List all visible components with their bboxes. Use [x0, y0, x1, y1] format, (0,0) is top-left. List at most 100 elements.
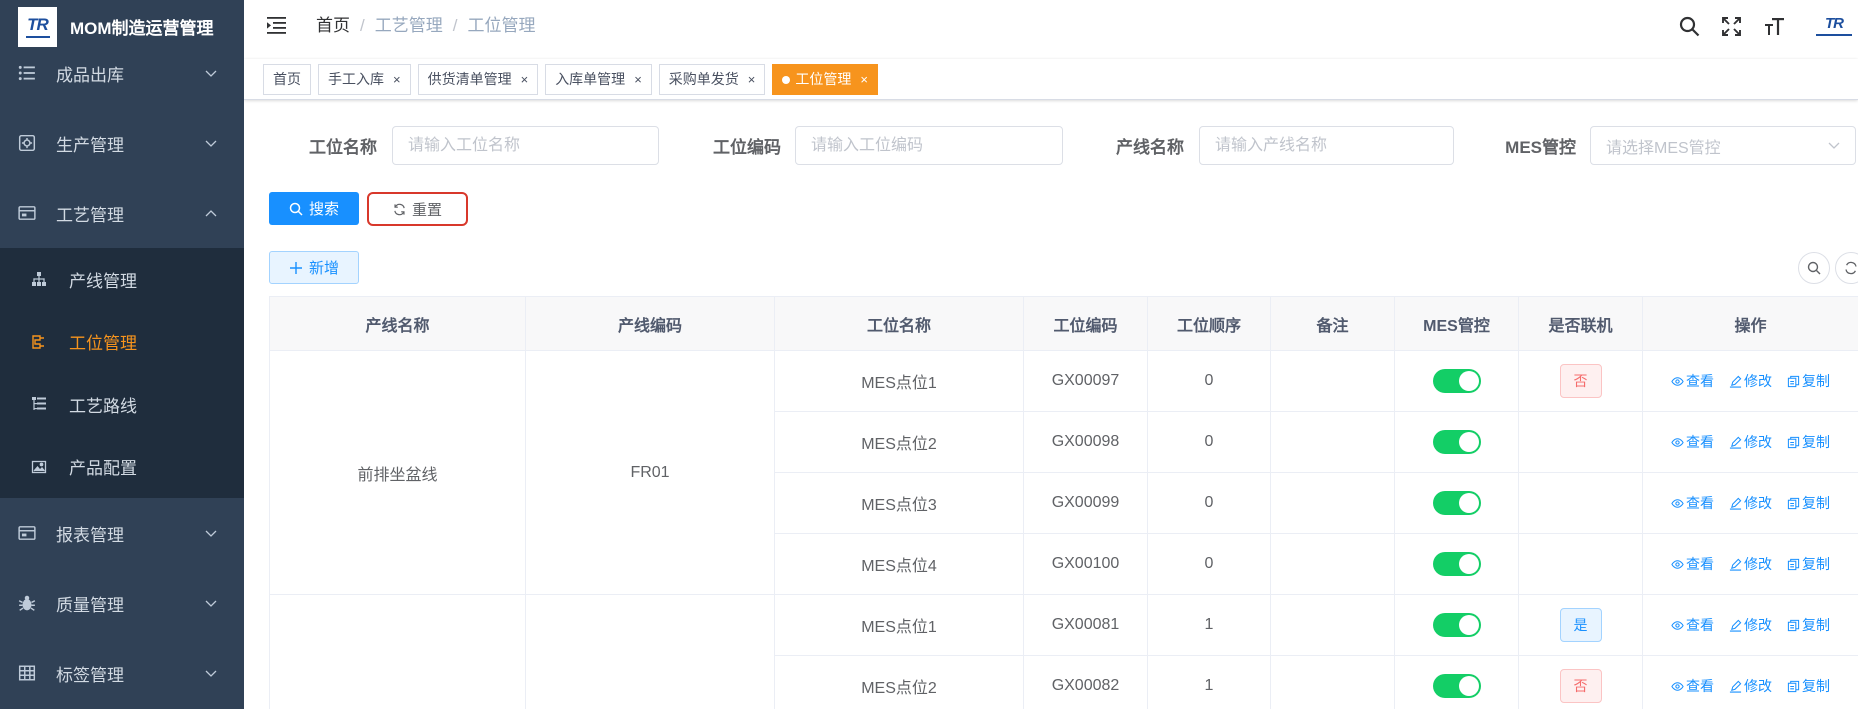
sidebar-item-label: 成品出库: [56, 65, 124, 85]
mes-control-switch[interactable]: [1432, 674, 1481, 698]
search-icon[interactable]: [1679, 16, 1700, 37]
tag-purchase-shipping[interactable]: 采购单发货 ×: [658, 64, 766, 95]
select-placeholder: 请选择MES管控: [1606, 139, 1721, 157]
edit-button[interactable]: 修改: [1729, 371, 1772, 391]
tag-inbound-order[interactable]: 入库单管理 ×: [545, 64, 652, 95]
tree-icon: [32, 272, 46, 287]
close-icon[interactable]: ×: [860, 65, 868, 94]
close-icon[interactable]: ×: [748, 65, 756, 94]
production-icon: [18, 134, 36, 152]
add-button[interactable]: 新增: [269, 251, 359, 284]
tag-station-active[interactable]: 工位管理 ×: [772, 64, 878, 95]
breadcrumb-item-home[interactable]: 首页: [316, 16, 350, 36]
station-name-cell: MES点位1: [774, 350, 1024, 412]
line-name-cell: [269, 594, 526, 709]
sidebar: TR MOM制造运营管理 成品出库 生产管理 工艺管理 产线管理 工位管理 工艺…: [0, 0, 244, 709]
sidebar-item-product-config[interactable]: 产品配置: [0, 436, 244, 499]
column-header-line-code: 产线编码: [525, 296, 775, 351]
tag-supply-list[interactable]: 供货清单管理 ×: [417, 64, 539, 95]
line-code-cell: FR01: [525, 350, 775, 595]
sidebar-item-station[interactable]: 工位管理: [0, 311, 244, 374]
plus-icon: [289, 261, 302, 274]
sidebar-item-process[interactable]: 工艺管理: [0, 178, 244, 248]
chevron-down-icon: [1828, 142, 1840, 149]
fullscreen-icon[interactable]: [1721, 16, 1742, 37]
row-actions: 查看 修改 复制: [1644, 493, 1857, 513]
copy-button[interactable]: 复制: [1787, 493, 1830, 513]
sequence-cell: 0: [1147, 533, 1271, 595]
chevron-down-icon: [205, 670, 217, 677]
view-button[interactable]: 查看: [1671, 371, 1714, 391]
eye-icon: [1671, 498, 1684, 508]
sidebar-item-process-route[interactable]: 工艺路线: [0, 373, 244, 436]
search-button[interactable]: 搜索: [269, 192, 359, 225]
copy-button[interactable]: 复制: [1787, 432, 1830, 452]
refresh-table-button[interactable]: [1835, 252, 1858, 284]
view-label: 查看: [1686, 495, 1714, 511]
copy-button[interactable]: 复制: [1787, 615, 1830, 635]
tag-label: 采购单发货: [668, 71, 739, 87]
edit-button[interactable]: 修改: [1729, 615, 1772, 635]
sidebar-item-production-line[interactable]: 产线管理: [0, 248, 244, 311]
view-button[interactable]: 查看: [1671, 554, 1714, 574]
chevron-up-icon: [205, 210, 217, 217]
mes-control-switch[interactable]: [1432, 613, 1481, 637]
view-button[interactable]: 查看: [1671, 615, 1714, 635]
mes-control-cell: [1394, 411, 1519, 473]
copy-button[interactable]: 复制: [1787, 676, 1830, 696]
tag-label: 首页: [273, 71, 301, 87]
mes-control-cell: [1394, 533, 1519, 595]
app-logo[interactable]: TR MOM制造运营管理: [0, 0, 244, 53]
view-button[interactable]: 查看: [1671, 432, 1714, 452]
reset-button[interactable]: 重置: [371, 196, 464, 222]
close-icon[interactable]: ×: [393, 65, 401, 94]
row-actions: 查看 修改 复制: [1644, 432, 1857, 452]
row-actions: 查看 修改 复制: [1644, 615, 1857, 635]
eye-icon: [1671, 681, 1684, 691]
chevron-down-icon: [205, 530, 217, 537]
edit-button[interactable]: 修改: [1729, 493, 1772, 513]
chevron-down-icon: [205, 140, 217, 147]
copy-label: 复制: [1802, 434, 1830, 450]
mes-control-switch[interactable]: [1432, 369, 1481, 393]
edit-button[interactable]: 修改: [1729, 676, 1772, 696]
mes-control-switch[interactable]: [1432, 491, 1481, 515]
tag-manual-inbound[interactable]: 手工入库 ×: [318, 64, 411, 95]
sidebar-item-quality[interactable]: 质量管理: [0, 568, 244, 638]
tag-label: 供货清单管理: [427, 71, 512, 87]
switch-knob: [1458, 676, 1479, 696]
copy-icon: [1787, 497, 1800, 509]
station-code-input[interactable]: [795, 126, 1063, 165]
view-button[interactable]: 查看: [1671, 493, 1714, 513]
sidebar-item-production[interactable]: 生产管理: [0, 108, 244, 178]
breadcrumb: 首页 / 工艺管理 / 工位管理: [316, 16, 535, 36]
mes-control-switch[interactable]: [1432, 430, 1481, 454]
logo-icon: TR: [18, 6, 57, 47]
online-cell: [1518, 411, 1643, 473]
view-button[interactable]: 查看: [1671, 676, 1714, 696]
mes-control-select[interactable]: 请选择MES管控: [1590, 126, 1856, 165]
sidebar-item-reports[interactable]: 报表管理: [0, 498, 244, 568]
tag-home[interactable]: 首页: [263, 64, 311, 95]
station-name-input[interactable]: [392, 126, 659, 165]
route-icon: [32, 397, 46, 411]
sidebar-item-labels[interactable]: 标签管理: [0, 638, 244, 708]
edit-button[interactable]: 修改: [1729, 432, 1772, 452]
edit-icon: [1729, 375, 1742, 388]
mes-control-cell: [1394, 594, 1519, 656]
main-content: 首页 / 工艺管理 / 工位管理 TR 首页 手工入库 × 供货清单管理 × 入…: [244, 0, 1858, 709]
menu-fold-icon[interactable]: [267, 17, 286, 34]
view-label: 查看: [1686, 678, 1714, 694]
table-row: MES点位1 GX00081 1 是 查看 修改 复制: [269, 594, 1858, 709]
font-size-icon[interactable]: [1764, 16, 1785, 37]
line-name-input[interactable]: [1199, 126, 1454, 165]
copy-button[interactable]: 复制: [1787, 554, 1830, 574]
edit-button[interactable]: 修改: [1729, 554, 1772, 574]
close-icon[interactable]: ×: [634, 65, 642, 94]
close-icon[interactable]: ×: [521, 65, 529, 94]
online-status-tag: 否: [1559, 669, 1602, 703]
mes-control-switch[interactable]: [1432, 552, 1481, 576]
copy-button[interactable]: 复制: [1787, 371, 1830, 391]
column-header-actions: 操作: [1642, 296, 1858, 351]
toggle-search-button[interactable]: [1798, 252, 1830, 284]
